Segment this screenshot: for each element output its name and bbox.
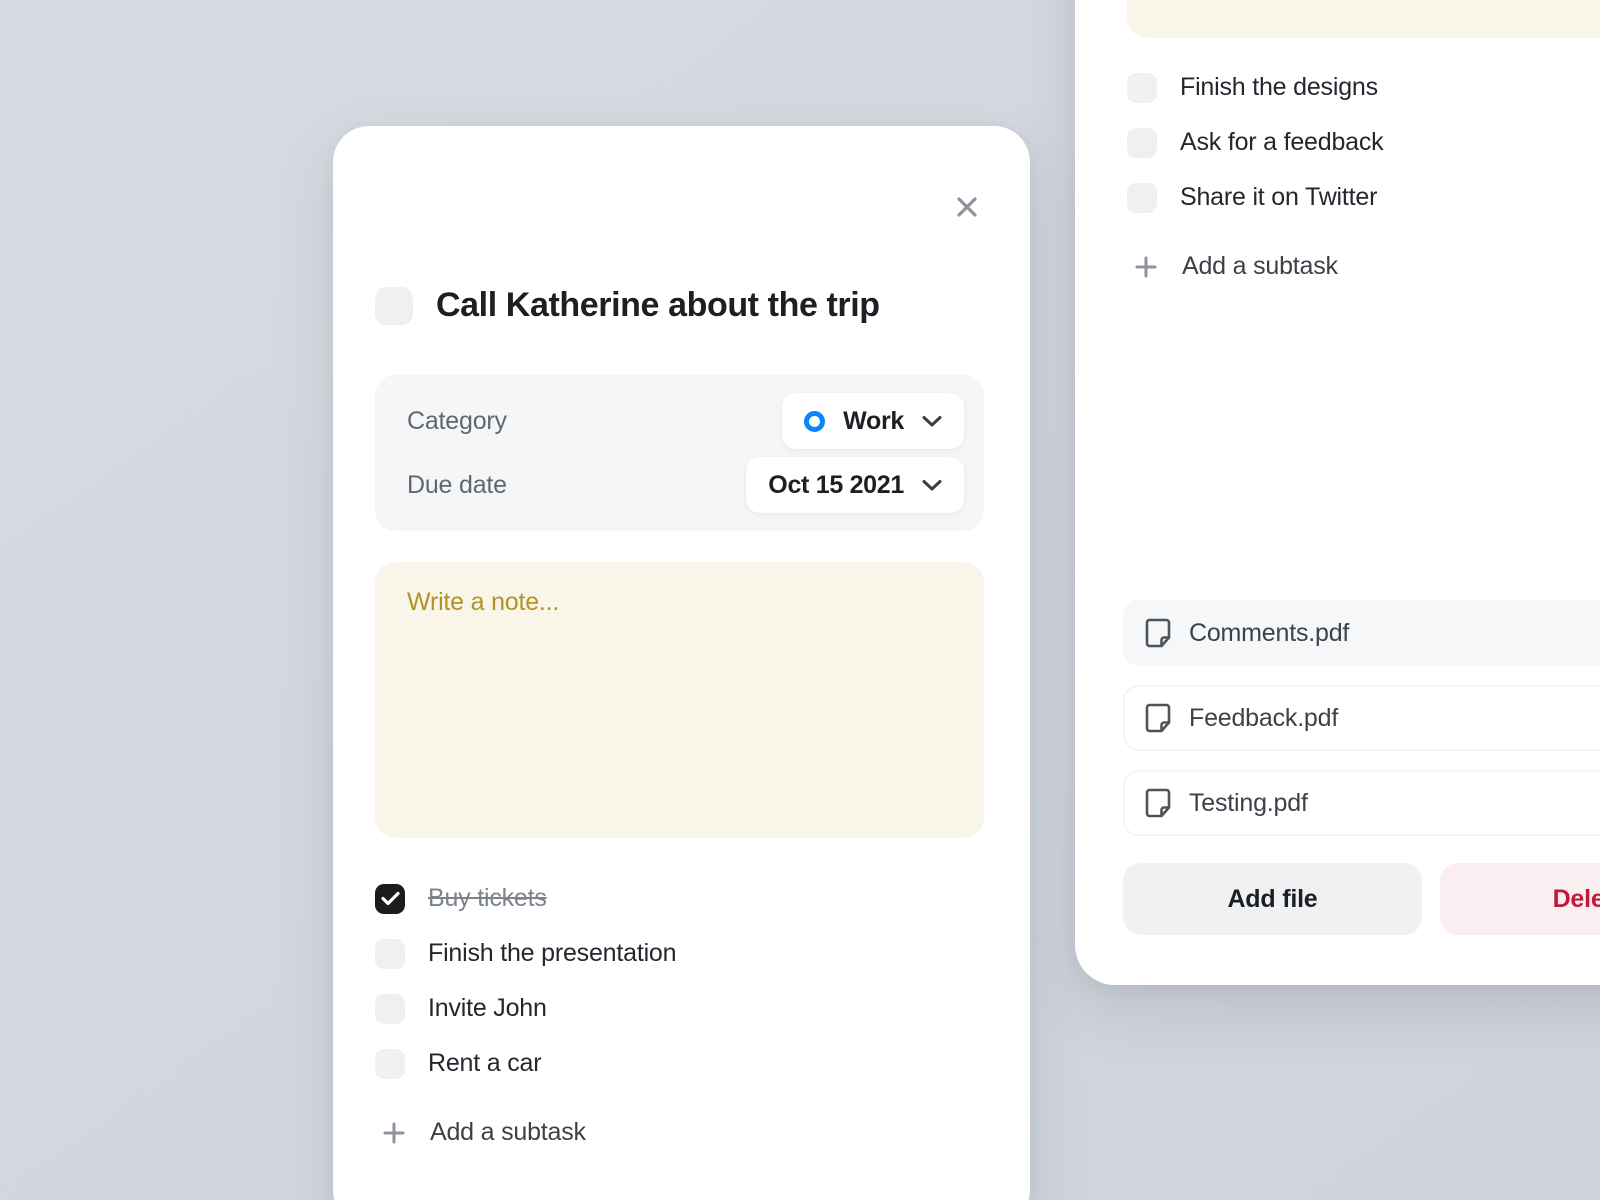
subtask-checkbox[interactable] — [375, 883, 405, 914]
subtask-label: Buy tickets — [428, 884, 547, 912]
page-title: Call Katherine about the trip — [436, 286, 880, 324]
due-date-label: Due date — [407, 470, 507, 499]
delete-button[interactable]: Delete — [1440, 863, 1600, 935]
subtask-row[interactable]: Share it on Twitter — [1127, 170, 1600, 225]
note-input[interactable]: Write a note... — [375, 562, 984, 838]
card-actions: Add file Delete — [1123, 863, 1600, 935]
chevron-down-icon — [922, 415, 942, 428]
add-subtask-button[interactable]: Add a subtask — [1127, 239, 1600, 294]
file-name-label: Comments.pdf — [1189, 618, 1350, 647]
subtask-label: Finish the designs — [1180, 73, 1378, 101]
task-complete-checkbox[interactable] — [375, 286, 413, 325]
file-pdf-icon — [1145, 788, 1171, 818]
note-placeholder: Write a note... — [407, 588, 560, 616]
task-meta-group: Category Work Due date Oct 15 2021 — [375, 375, 984, 531]
subtask-row[interactable]: Ask for a feedback — [1127, 115, 1600, 170]
plus-icon — [380, 1120, 408, 1146]
subtask-row[interactable]: Finish the presentation — [375, 926, 984, 981]
subtask-label: Rent a car — [428, 1049, 542, 1077]
add-subtask-button[interactable]: Add a subtask — [375, 1105, 984, 1160]
subtask-row[interactable]: Finish the designs — [1127, 60, 1600, 115]
add-subtask-label: Add a subtask — [430, 1118, 586, 1146]
file-pdf-icon — [1145, 618, 1171, 648]
subtask-label: Ask for a feedback — [1180, 128, 1384, 156]
note-input[interactable] — [1127, 0, 1600, 38]
add-file-button[interactable]: Add file — [1123, 863, 1422, 935]
subtask-checkbox[interactable] — [375, 938, 405, 969]
file-name-label: Testing.pdf — [1189, 788, 1308, 817]
due-date-select[interactable]: Oct 15 2021 — [746, 457, 964, 513]
file-attachment-row[interactable]: Comments.pdf — [1123, 600, 1600, 666]
subtask-list: Finish the designs Ask for a feedback Shar… — [1127, 60, 1600, 294]
subtask-checkbox[interactable] — [1127, 127, 1157, 158]
file-name-label: Feedback.pdf — [1189, 703, 1339, 732]
subtask-checkbox[interactable] — [1127, 182, 1157, 213]
close-icon[interactable] — [946, 186, 988, 228]
subtask-checkbox[interactable] — [1127, 72, 1157, 103]
subtask-checkbox[interactable] — [375, 1048, 405, 1079]
file-attachment-list: Comments.pdf Feedback.pdf Testing.pdf — [1123, 600, 1600, 855]
category-label: Category — [407, 406, 507, 435]
task-title-row: Call Katherine about the trip — [375, 286, 880, 325]
file-attachment-row[interactable]: Feedback.pdf — [1123, 685, 1600, 751]
secondary-task-card: Finish the designs Ask for a feedback Shar… — [1075, 0, 1600, 985]
category-value: Work — [843, 406, 904, 435]
add-subtask-label: Add a subtask — [1182, 252, 1338, 280]
subtask-checkbox[interactable] — [375, 993, 405, 1024]
category-color-dot-icon — [804, 410, 826, 432]
plus-icon — [1132, 254, 1160, 280]
subtask-row[interactable]: Invite John — [375, 981, 984, 1036]
subtask-label: Share it on Twitter — [1180, 183, 1378, 211]
subtask-label: Finish the presentation — [428, 939, 677, 967]
subtask-label: Invite John — [428, 994, 547, 1022]
chevron-down-icon — [922, 479, 942, 492]
file-attachment-row[interactable]: Testing.pdf — [1123, 770, 1600, 836]
due-date-value: Oct 15 2021 — [768, 470, 904, 499]
category-row: Category Work — [407, 389, 964, 453]
category-select[interactable]: Work — [782, 393, 964, 449]
subtask-row[interactable]: Buy tickets — [375, 871, 984, 926]
file-pdf-icon — [1145, 703, 1171, 733]
due-date-row: Due date Oct 15 2021 — [407, 453, 964, 517]
task-detail-card: Call Katherine about the trip Category W… — [333, 126, 1030, 1200]
subtask-row[interactable]: Rent a car — [375, 1036, 984, 1091]
subtask-list: Buy tickets Finish the presentation Invite… — [375, 871, 984, 1160]
